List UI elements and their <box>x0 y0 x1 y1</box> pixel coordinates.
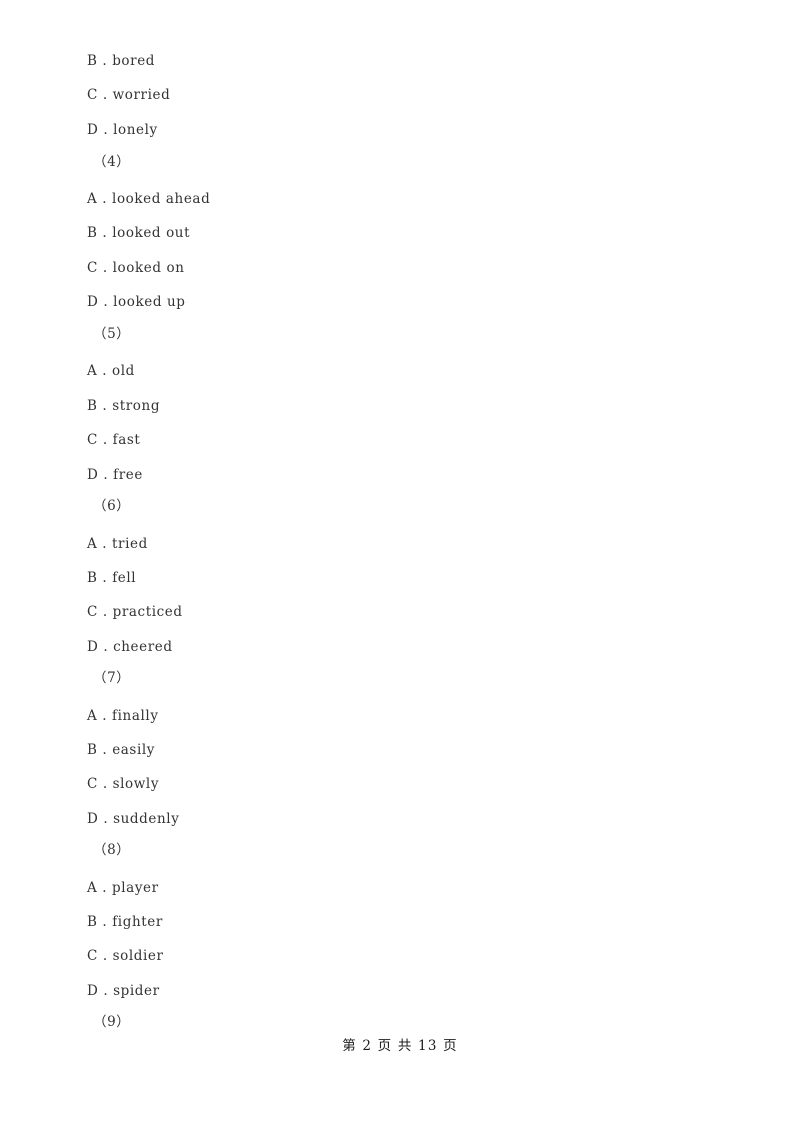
question-number: （6） <box>93 498 131 514</box>
question-number: （8） <box>93 842 131 858</box>
answer-option: A . player <box>87 880 159 896</box>
page-footer: 第 2 页 共 13 页 <box>342 1038 458 1054</box>
answer-option: D . cheered <box>87 639 173 655</box>
answer-option: B . bored <box>87 53 156 69</box>
document-page: B . bored C . worried D . lonely （4） A . loo… <box>0 0 800 1132</box>
answer-option: D . free <box>87 467 143 483</box>
answer-option: D . lonely <box>87 122 158 138</box>
answer-option: B . looked out <box>87 225 191 241</box>
answer-option: A . finally <box>87 708 159 724</box>
answer-option: C . fast <box>87 432 141 448</box>
answer-option: D . spider <box>87 983 160 999</box>
answer-option: C . practiced <box>87 604 183 620</box>
answer-option: B . easily <box>87 742 156 758</box>
question-number: （5） <box>93 326 131 342</box>
answer-option: B . fighter <box>87 914 163 930</box>
answer-option: A . tried <box>87 536 148 552</box>
question-number: （9） <box>93 1014 131 1030</box>
answer-option: D . looked up <box>87 294 186 310</box>
answer-option: C . worried <box>87 87 171 103</box>
answer-option: B . strong <box>87 398 161 414</box>
question-number: （7） <box>93 670 131 686</box>
answer-option: A . old <box>87 363 135 379</box>
answer-option: D . suddenly <box>87 811 180 827</box>
answer-option: C . looked on <box>87 260 185 276</box>
answer-option: C . slowly <box>87 776 160 792</box>
answer-option: A . looked ahead <box>87 191 211 207</box>
question-number: （4） <box>93 154 131 170</box>
answer-option: C . soldier <box>87 948 164 964</box>
answer-option: B . fell <box>87 570 137 586</box>
